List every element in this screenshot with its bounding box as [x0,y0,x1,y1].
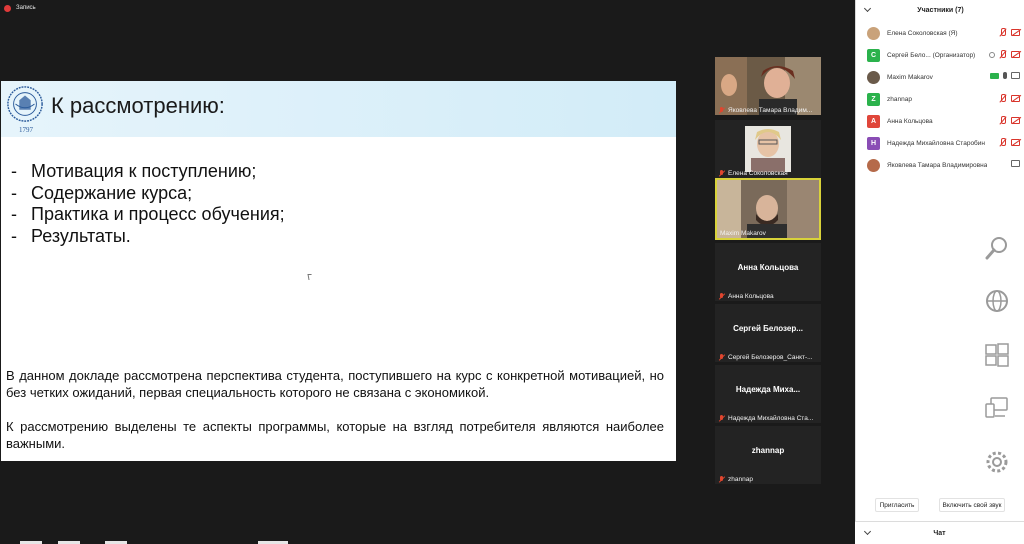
video-tile[interactable]: zhannap zhannap [715,426,821,484]
participant-list: Елена Соколовская (Я) С Сергей Бело... (… [856,22,1024,176]
shared-slide: 1797 К рассмотрению: - Мотивация к поступ… [1,81,676,461]
mic-muted-icon [718,415,725,422]
bullet-item: - Практика и процесс обучения; [11,204,285,224]
video-tile[interactable]: Анна Кольцова Анна Кольцова [715,243,821,301]
bullet-item: - Содержание курса; [11,182,193,203]
chevron-down-icon[interactable] [863,4,872,13]
avatar: С [867,48,880,62]
screen-share-icon [990,72,999,79]
participant-row[interactable]: А Анна Кольцова [856,110,1024,132]
tile-display-name: zhannap [751,446,785,455]
mouse-cursor-icon [307,274,313,280]
video-tile[interactable]: Сергей Белозер... Сергей Белозеров_Санкт… [715,304,821,362]
participants-actions: Пригласить Включить свой звук [855,498,1024,514]
participant-name: Maxim Makarov [887,73,933,81]
camera-icon[interactable] [1011,72,1020,79]
recording-status-icon [989,51,995,58]
avatar: Z [867,92,880,106]
tile-label: zhannap [718,476,753,483]
participant-row[interactable]: Н Надежда Михайловна Старобинская [856,132,1024,154]
recording-label: Запись [16,5,36,11]
camera-off-icon[interactable] [1011,51,1020,58]
chat-title: Чат [933,529,946,537]
university-seal-icon [7,86,43,122]
avatar: А [867,114,880,128]
mic-muted-icon [718,354,725,361]
participant-row[interactable]: Z zhannap [856,88,1024,110]
video-tile[interactable]: Надежда Миха... Надежда Михайловна Ста..… [715,365,821,423]
participant-name: Надежда Михайловна Старобинская [887,139,985,147]
mic-muted-icon [718,293,725,300]
slide-paragraph: К рассмотрению выделены те аспекты прогр… [6,419,664,451]
globe-icon[interactable] [983,287,1011,315]
chevron-down-icon[interactable] [863,527,872,536]
devices-icon[interactable] [983,394,1011,422]
mic-icon[interactable] [1003,72,1007,79]
recording-indicator: Запись [0,0,855,16]
bullet-item: - Результаты. [11,225,131,246]
video-tile-active-speaker[interactable]: Maxim Makarov [715,178,821,240]
mic-muted-icon [718,107,725,114]
tile-display-name: Анна Кольцова [737,263,799,272]
mic-muted-icon[interactable] [999,28,1007,37]
bullet-item: - Мотивация к поступлению; [11,161,257,181]
tile-label: Сергей Белозеров_Санкт-... [718,354,813,361]
participant-name: Елена Соколовская (Я) [887,29,958,37]
participant-name: Яковлева Тамара Владимировна [887,161,988,169]
tile-display-name: Сергей Белозер... [733,324,803,333]
tile-label: Maxim Makarov [720,230,766,237]
unmute-button[interactable]: Включить свой звук [939,498,1005,512]
slide-header: 1797 К рассмотрению: [1,81,676,137]
participant-row[interactable]: Яковлева Тамара Владимировна [856,154,1024,176]
mic-muted-icon [718,476,725,483]
camera-off-icon[interactable] [1011,117,1020,124]
participant-name: zhannap [887,95,912,103]
avatar [867,70,880,84]
camera-off-icon[interactable] [1011,95,1020,102]
avatar [867,26,880,40]
participants-title: Участники (7) [917,6,964,14]
magnifier-icon[interactable] [983,234,1011,262]
video-tile[interactable]: Елена Соколовская [715,120,821,178]
avatar [867,158,880,172]
mic-muted-icon[interactable] [999,50,1007,59]
tile-label: Надежда Михайловна Ста... [718,415,813,422]
chat-header[interactable]: Чат [855,521,1024,544]
participant-row[interactable]: Maxim Makarov [856,66,1024,88]
mic-muted-icon[interactable] [999,138,1007,147]
participants-header[interactable]: Участники (7) [856,0,1024,20]
avatar: Н [867,136,880,150]
slide-paragraph: В данном докладе рассмотрена перспектива… [6,368,664,400]
gear-icon[interactable] [983,448,1011,476]
video-tile[interactable]: Яковлева Тамара Владим... [715,57,821,115]
tile-label: Анна Кольцова [718,293,774,300]
participant-name: Сергей Бело... (Организатор) [887,51,976,59]
record-icon [4,4,11,12]
camera-icon[interactable] [1011,160,1020,167]
camera-off-icon[interactable] [1011,139,1020,146]
tile-label: Яковлева Тамара Владим... [718,107,812,114]
mic-muted-icon [718,170,725,177]
slide-title: К рассмотрению: [51,93,225,118]
tile-display-name: Надежда Миха... [735,385,801,394]
mic-muted-icon[interactable] [999,94,1007,103]
participant-name: Анна Кольцова [887,117,933,125]
invite-button[interactable]: Пригласить [875,498,919,512]
tile-label: Елена Соколовская [718,170,788,177]
mic-muted-icon[interactable] [999,116,1007,125]
seal-year: 1797 [19,126,33,134]
slide-bullet-list: - Мотивация к поступлению; - Содержание ку… [11,161,285,247]
camera-off-icon[interactable] [1011,29,1020,36]
meeting-stage: Запись 1797 К рассмотрению: - Мотивация к… [0,0,855,544]
participant-row[interactable]: Елена Соколовская (Я) [856,22,1024,44]
participant-row[interactable]: С Сергей Бело... (Организатор) [856,44,1024,66]
windows-logo-icon[interactable] [983,341,1011,369]
